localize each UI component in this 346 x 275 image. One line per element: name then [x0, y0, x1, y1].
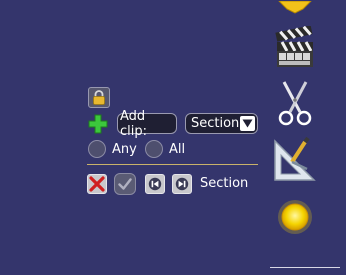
lock-button[interactable]	[88, 87, 110, 108]
add-clip-plus-button[interactable]	[88, 114, 108, 134]
favorites-button[interactable]	[275, 0, 315, 14]
radio-all[interactable]: All	[145, 140, 185, 158]
radio-all-circle[interactable]	[145, 140, 163, 158]
chevron-down-icon	[242, 119, 253, 128]
dropdown-arrow-button[interactable]	[240, 116, 255, 131]
lock-icon	[93, 90, 105, 105]
section-dropdown-value: Section	[191, 116, 240, 131]
skip-forward-icon	[175, 177, 189, 191]
delete-x-icon	[89, 176, 105, 192]
radio-any-circle[interactable]	[88, 140, 106, 158]
sidebar-divider	[270, 267, 340, 268]
geometry-tools-button[interactable]	[272, 136, 318, 183]
section-dropdown[interactable]: Section	[185, 113, 258, 134]
confirm-button[interactable]	[114, 173, 136, 195]
checkmark-icon	[118, 178, 132, 190]
scissors-button[interactable]	[276, 80, 314, 126]
skip-to-start-button[interactable]	[145, 174, 165, 194]
clapperboard-button[interactable]	[274, 25, 316, 70]
section-label: Section	[200, 176, 249, 191]
radio-any-label: Any	[112, 141, 137, 157]
scissors-icon	[278, 81, 312, 126]
brightness-button[interactable]	[277, 199, 313, 235]
add-clip-button[interactable]: Add clip:	[117, 109, 177, 139]
skip-to-end-button[interactable]	[172, 174, 192, 194]
geometry-tools-icon	[274, 136, 316, 181]
radio-all-label: All	[169, 141, 186, 157]
radio-any[interactable]: Any	[88, 140, 137, 158]
skip-back-icon	[148, 177, 162, 191]
section-divider	[87, 164, 258, 165]
add-clip-label: Add clip:	[120, 108, 148, 139]
plus-icon	[88, 114, 108, 134]
star-icon	[277, 0, 313, 14]
sun-icon	[278, 200, 312, 234]
delete-button[interactable]	[87, 174, 107, 194]
clapperboard-icon	[275, 25, 313, 67]
